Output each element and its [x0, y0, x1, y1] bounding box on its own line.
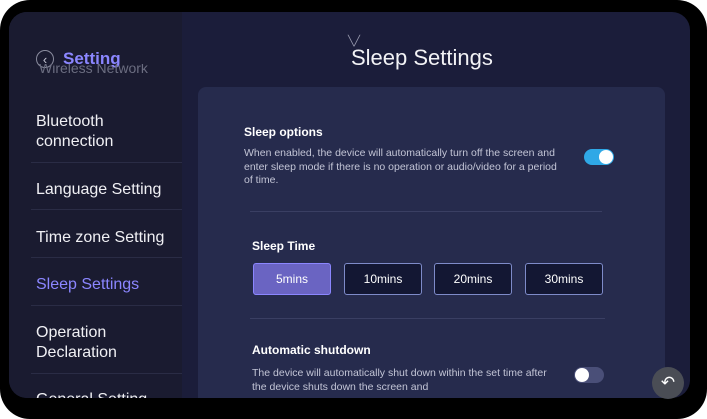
page-title: Sleep Settings	[351, 45, 493, 70]
sidebar-item-sleep[interactable]: Sleep Settings	[36, 275, 139, 295]
sidebar-item-general[interactable]: General Setting	[36, 390, 147, 398]
sleep-options-label: Sleep options	[244, 125, 323, 139]
divider	[31, 373, 182, 374]
sidebar-item-wireless-network[interactable]: Wireless Network	[39, 64, 148, 73]
sidebar-item-bluetooth[interactable]: Bluetooth connection	[36, 112, 182, 152]
divider	[250, 211, 602, 212]
toggle-knob	[599, 150, 613, 164]
sidebar-header: ‹ Setting	[9, 12, 182, 68]
sleep-time-label: Sleep Time	[252, 239, 316, 253]
divider	[31, 209, 182, 210]
sidebar-item-timezone[interactable]: Time zone Setting	[36, 228, 164, 248]
screen: ‹ Setting Wireless Network Bluetooth con…	[9, 12, 690, 398]
sleep-time-option-5mins[interactable]: 5mins	[253, 263, 331, 295]
sidebar: ‹ Setting Wireless Network Bluetooth con…	[9, 12, 182, 398]
sleep-options-description: When enabled, the device will automatica…	[244, 147, 557, 186]
auto-shutdown-description: The device will automatically shut down …	[252, 367, 547, 393]
sleep-time-option-20mins[interactable]: 20mins	[434, 263, 512, 295]
divider	[250, 318, 605, 319]
return-arrow-icon[interactable]: ↶	[652, 367, 684, 399]
auto-shutdown-label: Automatic shutdown	[252, 343, 371, 357]
sidebar-item-language[interactable]: Language Setting	[36, 180, 161, 200]
divider	[31, 257, 182, 258]
sleep-time-option-30mins[interactable]: 30mins	[525, 263, 603, 295]
auto-shutdown-toggle[interactable]	[574, 367, 604, 383]
sidebar-item-operation-declaration[interactable]: Operation Declaration	[36, 323, 182, 363]
divider	[31, 305, 182, 306]
sleep-time-option-10mins[interactable]: 10mins	[344, 263, 422, 295]
divider	[31, 162, 182, 163]
toggle-knob	[575, 368, 589, 382]
sleep-options-toggle[interactable]	[584, 149, 614, 165]
